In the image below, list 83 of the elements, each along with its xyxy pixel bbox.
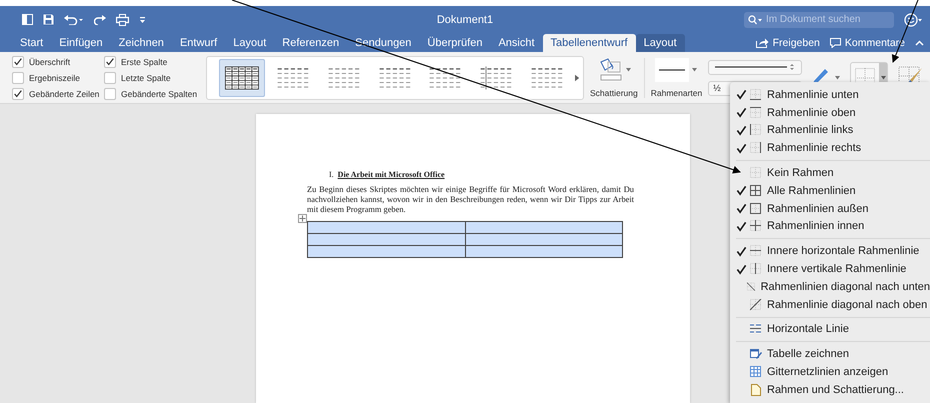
checkbox[interactable] bbox=[12, 88, 24, 100]
caret-icon[interactable] bbox=[835, 76, 840, 80]
menu-item[interactable]: Rahmenlinie rechts bbox=[730, 139, 930, 158]
ribbon-tab[interactable]: Ansicht bbox=[490, 34, 543, 52]
comment-icon bbox=[830, 38, 841, 48]
ribbon-tab[interactable]: Start bbox=[12, 34, 52, 52]
checkbox-label: Erste Spalte bbox=[121, 56, 168, 66]
menu-item[interactable]: Innere horizontale Rahmenlinie bbox=[730, 242, 930, 260]
ribbon-tab[interactable]: Layout bbox=[636, 34, 685, 52]
checkbox-label: Gebänderte Zeilen bbox=[29, 88, 100, 98]
border-icon bbox=[750, 167, 762, 180]
menu-item[interactable]: Rahmen und Schattierung... bbox=[730, 380, 930, 399]
sidebar-icon[interactable] bbox=[22, 14, 33, 25]
ribbon-tab[interactable]: Entwurf bbox=[172, 34, 226, 52]
border-icon bbox=[750, 263, 762, 276]
checkbox[interactable] bbox=[12, 56, 24, 68]
caret-icon[interactable] bbox=[626, 68, 631, 72]
checkbox[interactable] bbox=[104, 88, 116, 100]
customize-icon[interactable] bbox=[139, 16, 146, 24]
collapse-icon[interactable] bbox=[915, 40, 924, 46]
share-icon bbox=[756, 38, 769, 48]
border-icon bbox=[750, 220, 762, 232]
caret-icon[interactable] bbox=[692, 68, 698, 72]
checkbox-label: Ergebniszeile bbox=[29, 72, 80, 82]
document-paragraph: Zu Beginn dieses Skriptes möchten wir einige Begriffe für Microsoft Word erklären, damit Du nachvollziehen kannst, wovon wir in den Beschreibungen reden, wenn wir Dir Tipps zur Arbeit mit diesem Programm geben. bbox=[307, 185, 634, 215]
menu-item[interactable]: Rahmenlinie diagonal nach oben bbox=[730, 296, 930, 314]
ribbon-tab[interactable]: Überprüfen bbox=[419, 34, 490, 52]
print-icon[interactable] bbox=[116, 14, 129, 26]
ribbon-tab[interactable]: Tabellenentwurf bbox=[542, 34, 636, 52]
border-icon bbox=[750, 124, 762, 136]
shading-label: Schattierung bbox=[590, 88, 638, 98]
border-icon bbox=[750, 106, 762, 119]
heading-number: I. bbox=[329, 170, 334, 179]
document-heading: Die Arbeit mit Microsoft Office bbox=[338, 170, 445, 179]
horizontal-line-icon bbox=[750, 323, 762, 336]
checkbox[interactable] bbox=[104, 72, 116, 84]
redo-icon[interactable] bbox=[94, 14, 106, 25]
menu-item[interactable]: Rahmenlinien innen bbox=[730, 218, 930, 236]
table-style-thumbnail[interactable] bbox=[219, 58, 265, 96]
menu-item[interactable]: Innere vertikale Rahmenlinie bbox=[730, 260, 930, 278]
line-style-select[interactable] bbox=[708, 60, 802, 74]
share-button[interactable]: Freigeben bbox=[756, 37, 820, 49]
menu-item[interactable]: Gitternetzlinien anzeigen bbox=[730, 363, 930, 381]
undo-icon[interactable] bbox=[64, 14, 84, 25]
ribbon-tab[interactable]: Einfügen bbox=[51, 34, 111, 52]
checkbox-label: Überschrift bbox=[29, 56, 70, 66]
window-title: Dokument1 bbox=[436, 14, 494, 26]
border-style-icon[interactable] bbox=[655, 58, 690, 82]
menu-item[interactable]: Tabelle zeichnen bbox=[730, 345, 930, 364]
menu-item[interactable]: Rahmenlinie oben bbox=[730, 104, 930, 122]
checkbox-label: Gebänderte Spalten bbox=[121, 88, 198, 98]
menu-item[interactable]: Rahmenlinien außen bbox=[730, 200, 930, 218]
ribbon-tab[interactable]: Referenzen bbox=[274, 34, 348, 52]
checkbox-label: Letzte Spalte bbox=[121, 72, 171, 82]
ribbon-tab[interactable]: Sendungen bbox=[347, 34, 420, 52]
border-icon bbox=[750, 202, 762, 215]
caret-icon bbox=[880, 76, 886, 80]
border-styles-label: Rahmenarten bbox=[650, 88, 702, 98]
border-icon bbox=[750, 184, 762, 197]
menu-item[interactable]: Rahmenlinie links bbox=[730, 122, 930, 140]
table-move-handle[interactable] bbox=[298, 214, 307, 223]
page-icon bbox=[750, 384, 762, 396]
document-table[interactable] bbox=[307, 221, 623, 258]
border-icon bbox=[750, 142, 762, 154]
ribbon-tab[interactable]: Zeichnen bbox=[110, 34, 172, 52]
border-icon bbox=[750, 298, 762, 311]
menu-item[interactable]: Horizontale Linie bbox=[730, 320, 930, 338]
search-field[interactable]: Im Dokument suchen bbox=[744, 12, 894, 28]
menu-item[interactable]: Kein Rahmen bbox=[730, 164, 930, 182]
smiley-icon[interactable] bbox=[904, 12, 922, 26]
ribbon-tab[interactable]: Layout bbox=[225, 34, 274, 52]
menu-item[interactable]: Rahmenlinie unten bbox=[730, 86, 930, 104]
border-icon bbox=[750, 245, 762, 258]
menu-item[interactable]: Rahmenlinien diagonal nach unten bbox=[730, 278, 930, 296]
gallery-arrow-icon[interactable] bbox=[574, 74, 580, 82]
checkbox[interactable] bbox=[12, 72, 24, 84]
border-icon bbox=[750, 88, 762, 101]
menu-item[interactable]: Alle Rahmenlinien bbox=[730, 182, 930, 200]
border-icon bbox=[746, 280, 756, 293]
checkbox[interactable] bbox=[104, 56, 116, 68]
save-icon[interactable] bbox=[43, 14, 54, 25]
grid-icon bbox=[750, 366, 762, 378]
table-pen-icon bbox=[750, 348, 762, 360]
